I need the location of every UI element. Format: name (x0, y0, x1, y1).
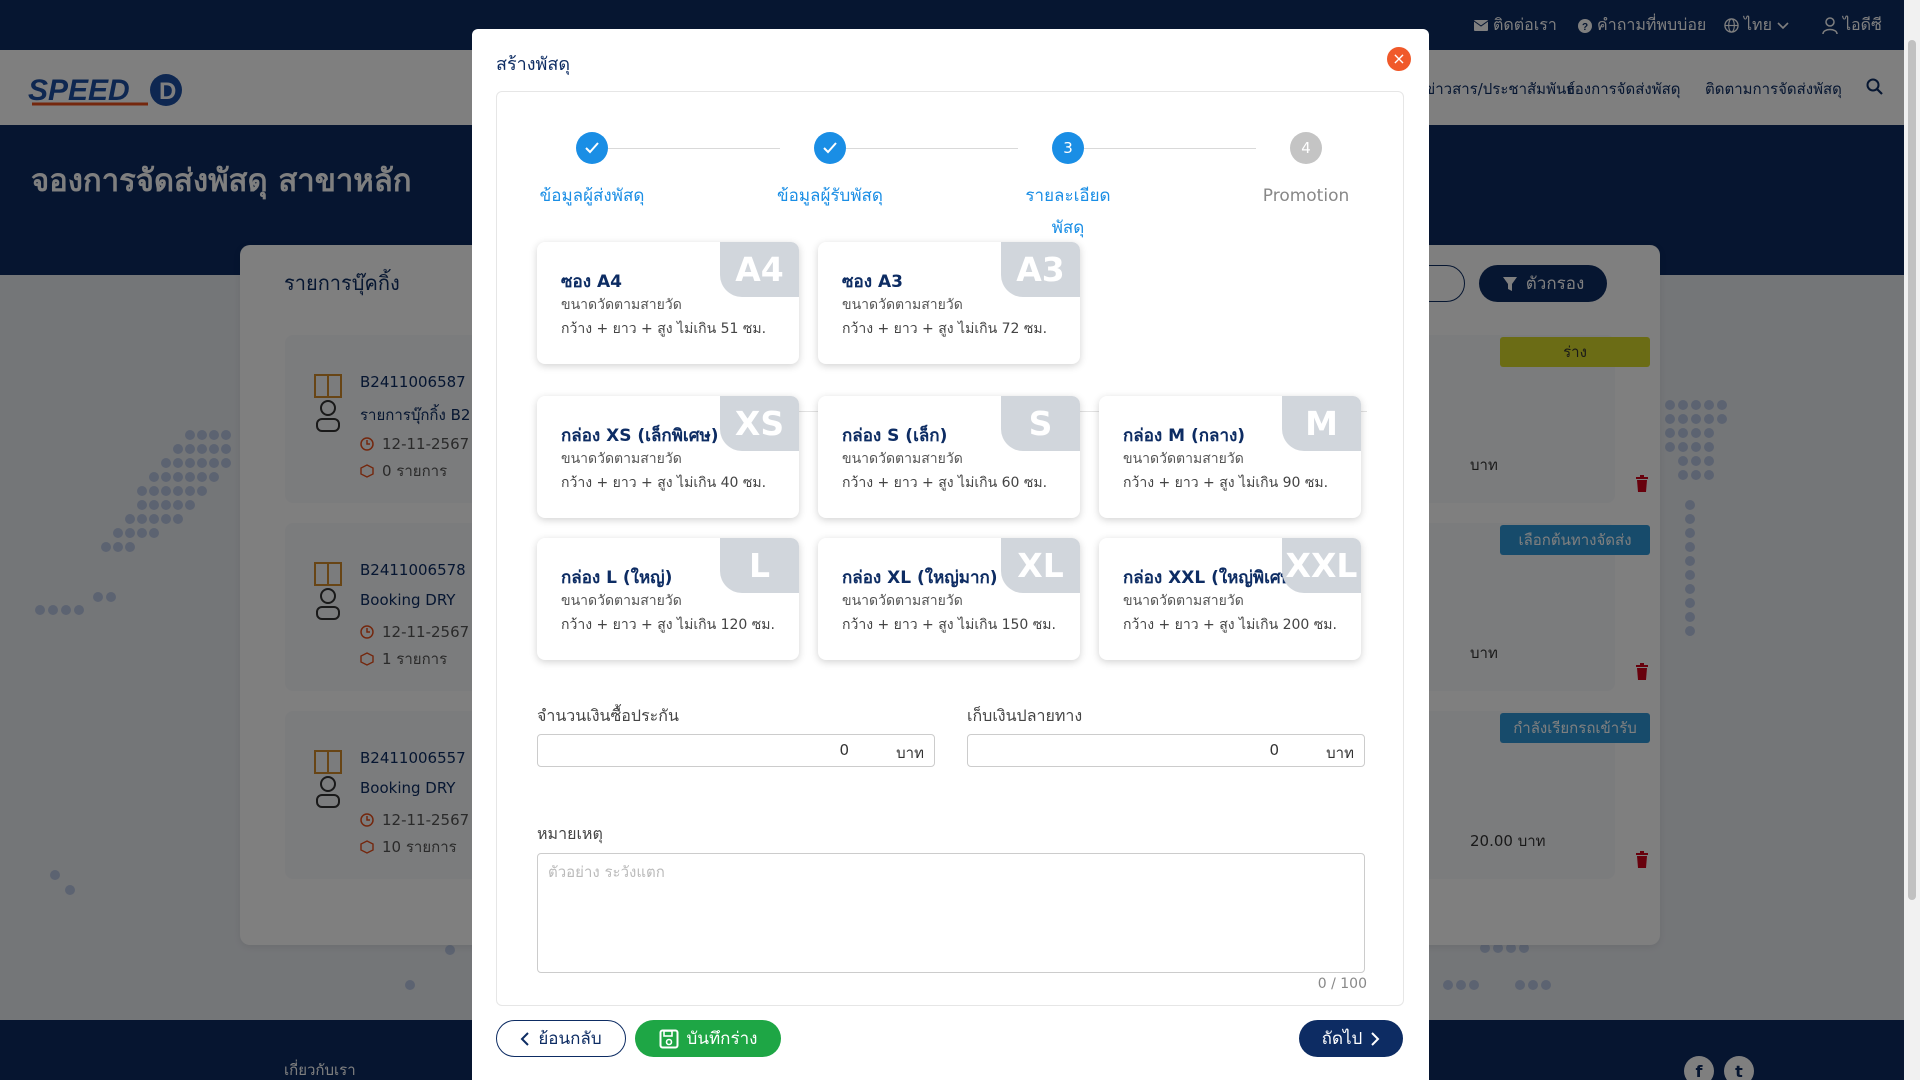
size-badge: S (1001, 396, 1080, 451)
cod-unit: บาท (1326, 744, 1354, 762)
insurance-value: 0 (839, 741, 849, 759)
parcel-option-subtitle: ขนาดวัดตามสายวัด (842, 451, 963, 467)
parcel-option-description: กว้าง + ยาว + สูง ไม่เกิน 120 ซม. (561, 617, 775, 633)
parcel-option-a4[interactable]: A4 ซอง A4 ขนาดวัดตามสายวัด กว้าง + ยาว +… (537, 242, 799, 364)
step-label-promotion: Promotion (1262, 186, 1350, 206)
step-2-check-icon (814, 132, 846, 164)
chevron-right-icon (1371, 1031, 1380, 1046)
step-connector (608, 148, 780, 149)
step-label-receiver: ข้อมูลผู้รับพัสดุ (777, 186, 883, 206)
parcel-option-title: ซอง A4 (561, 272, 622, 292)
parcel-option-description: กว้าง + ยาว + สูง ไม่เกิน 150 ซม. (842, 617, 1056, 633)
size-badge: M (1282, 396, 1361, 451)
back-button[interactable]: ย้อนกลับ (496, 1020, 626, 1057)
cod-label: เก็บเงินปลายทาง (967, 706, 1083, 725)
parcel-option-title: กล่อง XXL (ใหญ่พิเศษ) (1123, 568, 1300, 588)
parcel-option-title: กล่อง XL (ใหญ่มาก) (842, 568, 998, 588)
parcel-option-subtitle: ขนาดวัดตามสายวัด (561, 297, 682, 313)
modal-content: 3 4 ข้อมูลผู้ส่งพัสดุ ข้อมูลผู้รับพัสดุ … (496, 91, 1404, 1006)
insurance-amount-input[interactable]: 0 บาท (537, 734, 935, 767)
parcel-option-subtitle: ขนาดวัดตามสายวัด (1123, 593, 1244, 609)
parcel-option-description: กว้าง + ยาว + สูง ไม่เกิน 40 ซม. (561, 475, 767, 491)
parcel-option-title: กล่อง L (ใหญ่) (561, 568, 673, 588)
step-4-number: 4 (1290, 132, 1322, 164)
insurance-unit: บาท (896, 744, 924, 762)
remark-placeholder: ตัวอย่าง ระวังแตก (548, 863, 665, 881)
size-badge: L (720, 538, 799, 593)
parcel-option-title: ซอง A3 (842, 272, 903, 292)
step-label-parcel-details: รายละเอียดพัสดุ (1025, 186, 1111, 238)
parcel-option-xxl[interactable]: กล่อง XXL (ใหญ่พิเศษ) XXL ขนาดวัดตามสายว… (1099, 538, 1361, 660)
parcel-option-title: กล่อง XS (เล็กพิเศษ) (561, 426, 719, 446)
remark-label: หมายเหตุ (537, 824, 603, 843)
modal-title: สร้างพัสดุ (496, 54, 571, 75)
back-label: ย้อนกลับ (538, 1029, 602, 1049)
save-icon (659, 1029, 679, 1048)
parcel-option-l[interactable]: L กล่อง L (ใหญ่) ขนาดวัดตามสายวัด กว้าง … (537, 538, 799, 660)
next-label: ถัดไป (1321, 1029, 1363, 1049)
step-connector (846, 148, 1018, 149)
size-badge: XL (1001, 538, 1080, 593)
cod-value: 0 (1269, 741, 1279, 759)
create-parcel-modal: สร้างพัสดุ × 3 4 ข้อมูลผู้ส่งพัสดุ ข้อมู… (472, 29, 1429, 1080)
remark-textarea[interactable]: ตัวอย่าง ระวังแตก (537, 853, 1365, 973)
next-button[interactable]: ถัดไป (1299, 1020, 1403, 1057)
parcel-option-s[interactable]: S กล่อง S (เล็ก) ขนาดวัดตามสายวัด กว้าง … (818, 396, 1080, 518)
insurance-label: จำนวนเงินซื้อประกัน (537, 706, 679, 725)
scrollbar-thumb[interactable] (1908, 40, 1916, 900)
parcel-option-subtitle: ขนาดวัดตามสายวัด (1123, 451, 1244, 467)
parcel-option-title: กล่อง M (กลาง) (1123, 426, 1246, 446)
size-badge: A4 (720, 242, 799, 297)
step-1-check-icon (576, 132, 608, 164)
parcel-option-subtitle: ขนาดวัดตามสายวัด (842, 297, 963, 313)
parcel-option-subtitle: ขนาดวัดตามสายวัด (561, 451, 682, 467)
parcel-option-xs[interactable]: XS กล่อง XS (เล็กพิเศษ) ขนาดวัดตามสายวัด… (537, 396, 799, 518)
close-icon[interactable]: × (1387, 47, 1411, 71)
parcel-option-description: กว้าง + ยาว + สูง ไม่เกิน 72 ซม. (842, 321, 1048, 337)
step-connector (1084, 148, 1256, 149)
parcel-option-subtitle: ขนาดวัดตามสายวัด (842, 593, 963, 609)
chevron-left-icon (520, 1031, 530, 1046)
cod-amount-input[interactable]: 0 บาท (967, 734, 1365, 767)
step-3-number: 3 (1052, 132, 1084, 164)
save-draft-button[interactable]: บันทึกร่าง (635, 1020, 781, 1057)
parcel-option-xl[interactable]: XL กล่อง XL (ใหญ่มาก) ขนาดวัดตามสายวัด ก… (818, 538, 1080, 660)
parcel-option-description: กว้าง + ยาว + สูง ไม่เกิน 90 ซม. (1123, 475, 1329, 491)
step-label-sender: ข้อมูลผู้ส่งพัสดุ (539, 186, 645, 206)
parcel-option-description: กว้าง + ยาว + สูง ไม่เกิน 60 ซม. (842, 475, 1048, 491)
parcel-option-title: กล่อง S (เล็ก) (842, 426, 948, 446)
parcel-option-description: กว้าง + ยาว + สูง ไม่เกิน 51 ซม. (561, 321, 767, 337)
save-draft-label: บันทึกร่าง (686, 1029, 758, 1049)
page-scrollbar[interactable] (1904, 0, 1920, 1080)
parcel-option-description: กว้าง + ยาว + สูง ไม่เกิน 200 ซม. (1123, 617, 1337, 633)
size-badge: XS (720, 396, 799, 451)
parcel-option-m[interactable]: M กล่อง M (กลาง) ขนาดวัดตามสายวัด กว้าง … (1099, 396, 1361, 518)
size-badge: XXL (1282, 538, 1361, 593)
parcel-option-a3[interactable]: A3 ซอง A3 ขนาดวัดตามสายวัด กว้าง + ยาว +… (818, 242, 1080, 364)
remark-char-count: 0 / 100 (1317, 976, 1367, 992)
size-badge: A3 (1001, 242, 1080, 297)
parcel-option-subtitle: ขนาดวัดตามสายวัด (561, 593, 682, 609)
